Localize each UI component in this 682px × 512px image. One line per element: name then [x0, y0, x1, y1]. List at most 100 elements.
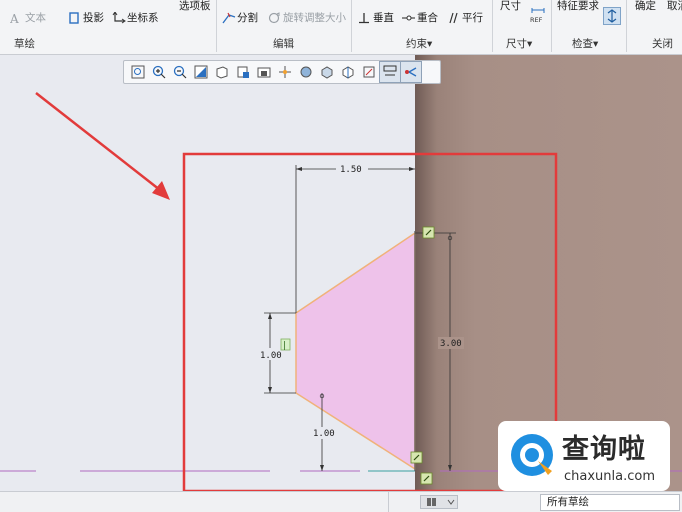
- dim-bottom-text: 1.00: [313, 429, 335, 439]
- refit-icon: [131, 65, 145, 79]
- dimension-right[interactable]: 3.00: [415, 232, 464, 471]
- selection-filter-select[interactable]: 所有草绘: [540, 494, 680, 511]
- divider: [551, 0, 552, 52]
- coincident-marker-top[interactable]: [422, 226, 435, 239]
- view-manager-icon: [237, 66, 249, 78]
- ribbon: A 文本 投影 坐标系 选项板 分割 旋转调整大小 垂直 重合 平行 尺寸 RE…: [0, 0, 682, 55]
- sketch-display-icon: [405, 67, 417, 77]
- divider: [492, 0, 493, 52]
- divider: [216, 0, 217, 52]
- spin-center-button[interactable]: [275, 62, 295, 82]
- coincident-icon: [402, 12, 415, 24]
- dimension-left[interactable]: 1.00: [258, 312, 296, 394]
- dim-left-text: 1.00: [260, 351, 282, 361]
- zoom-in-button[interactable]: [149, 62, 169, 82]
- feature-requirements-label: 特征要求: [557, 0, 599, 12]
- parallel-label: 平行: [462, 12, 483, 24]
- svg-text:A: A: [10, 12, 19, 24]
- annotation-display-button[interactable]: [359, 62, 379, 82]
- selection-filter-value: 所有草绘: [547, 496, 589, 508]
- group-label-inspect: 检查▾: [572, 38, 599, 50]
- selection-mode-icon: [427, 498, 455, 506]
- zoom-out-button[interactable]: [170, 62, 190, 82]
- ok-label: 确定: [635, 0, 656, 12]
- status-bar: 所有草绘: [0, 491, 682, 512]
- vertical-constraint-text: |: [283, 341, 286, 351]
- reference-dimension-button[interactable]: REF: [530, 6, 546, 28]
- group-label-sketch: 草绘: [14, 38, 35, 50]
- display-style-icon: [300, 66, 312, 78]
- selection-mode-button[interactable]: [420, 495, 458, 509]
- display-style-button[interactable]: [296, 62, 316, 82]
- sketch-view-icon: [383, 65, 397, 76]
- dim-top-text: 1.50: [340, 165, 362, 175]
- sketch-display-button[interactable]: [400, 61, 422, 83]
- palette-button[interactable]: 选项板: [179, 0, 211, 13]
- divider: [626, 0, 627, 52]
- dimension-label: 尺寸: [500, 0, 521, 12]
- logo-chinese-text: 查询啦: [562, 434, 646, 465]
- palette-label: 选项板: [179, 0, 211, 12]
- project-icon: [68, 11, 80, 24]
- repaint-icon: [194, 65, 208, 79]
- refit-button[interactable]: [128, 62, 148, 82]
- perspective-icon: [257, 67, 271, 78]
- group-label-edit: 编辑: [273, 38, 294, 50]
- text-label: 文本: [25, 12, 46, 24]
- logo-search-icon: [511, 434, 553, 476]
- rotate-icon: [268, 11, 280, 24]
- feature-requirements-button[interactable]: 特征要求: [557, 0, 599, 13]
- ref-badge: REF: [530, 16, 543, 24]
- project-button[interactable]: 投影: [68, 10, 104, 25]
- divide-label: 分割: [237, 12, 258, 24]
- parallel-icon: [447, 12, 459, 24]
- overlap-check-button[interactable]: [603, 7, 621, 25]
- coincident-label: 重合: [417, 12, 438, 24]
- shading-icon: [321, 66, 333, 79]
- divide-icon: [222, 12, 236, 24]
- divider: [388, 492, 389, 512]
- perspective-button[interactable]: [254, 62, 274, 82]
- cancel-button[interactable]: 取消: [667, 0, 682, 13]
- cancel-label: 取消: [667, 0, 682, 12]
- perpendicular-icon: [358, 12, 370, 24]
- coincident-marker-bottom[interactable]: [420, 472, 433, 485]
- coincident-marker-mid[interactable]: [410, 451, 423, 464]
- text-icon: A: [9, 12, 22, 26]
- repaint-button[interactable]: [191, 62, 211, 82]
- project-label: 投影: [83, 12, 104, 24]
- rotate-resize-label: 旋转调整大小: [283, 12, 346, 24]
- shading-button[interactable]: [317, 62, 337, 82]
- saved-orientations-button[interactable]: [212, 62, 232, 82]
- rotate-resize-button[interactable]: 旋转调整大小: [268, 10, 346, 25]
- coordinate-system-label: 坐标系: [127, 12, 159, 24]
- datum-display-button[interactable]: [338, 62, 358, 82]
- vertical-label: 垂直: [373, 12, 394, 24]
- ok-button[interactable]: 确定: [635, 0, 656, 13]
- dim-right-text: 3.00: [440, 339, 462, 349]
- divide-button[interactable]: 分割: [222, 10, 258, 25]
- sketch-view-button[interactable]: [379, 61, 401, 83]
- zoom-in-icon: [152, 65, 166, 79]
- coincident-constraint-button[interactable]: 重合: [402, 10, 438, 25]
- divider: [351, 0, 352, 52]
- orientation-icon: [216, 66, 228, 79]
- logo-domain-text: chaxunla.com: [564, 469, 655, 484]
- spin-center-icon: [279, 66, 291, 78]
- group-label-dimension: 尺寸▾: [506, 38, 533, 50]
- parallel-constraint-button[interactable]: 平行: [447, 10, 483, 25]
- group-label-constrain: 约束▾: [406, 38, 433, 50]
- text-button[interactable]: A 文本: [9, 10, 46, 26]
- dimension-button[interactable]: 尺寸: [500, 0, 521, 13]
- group-label-close: 关闭: [652, 38, 673, 50]
- coordinate-system-button[interactable]: 坐标系: [112, 10, 159, 25]
- pointer-arrow: [35, 92, 170, 200]
- annotation-icon: [363, 66, 375, 78]
- view-manager-button[interactable]: [233, 62, 253, 82]
- vertical-constraint-marker[interactable]: |: [280, 338, 291, 351]
- coordinate-system-icon: [112, 10, 126, 24]
- zoom-out-icon: [173, 65, 187, 79]
- vertical-constraint-button[interactable]: 垂直: [358, 10, 394, 25]
- watermark-logo: 查询啦 chaxunla.com: [498, 421, 670, 491]
- overlap-icon: [607, 9, 617, 23]
